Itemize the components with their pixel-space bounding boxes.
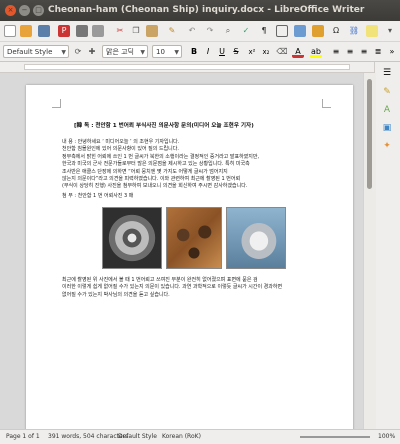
standard-toolbar: P ✂ ❐ ✎ ↶ ↷ ⌕ ✓ ¶ Ω ⛓ ▾ <box>0 21 400 42</box>
font-name-select[interactable]: 맑은 고딕 ▼ <box>102 45 148 58</box>
new-document-icon[interactable] <box>4 25 16 37</box>
find-replace-icon[interactable]: ⌕ <box>222 25 234 37</box>
zoom-level[interactable]: 100% <box>378 430 395 444</box>
page-style-indicator[interactable]: Default Style <box>118 430 157 444</box>
undo-icon[interactable]: ↶ <box>186 25 198 37</box>
zoom-slider[interactable] <box>300 436 370 438</box>
vertical-scrollbar[interactable] <box>363 73 376 429</box>
styles-icon[interactable]: A <box>381 104 393 116</box>
comment-icon[interactable] <box>366 25 378 37</box>
status-bar: Page 1 of 1 391 words, 504 characters De… <box>0 429 400 444</box>
formatting-marks-icon[interactable]: ¶ <box>258 25 270 37</box>
scrollbar-thumb[interactable] <box>367 79 372 189</box>
insert-image-icon[interactable] <box>294 25 306 37</box>
word-count[interactable]: 391 words, 504 characters <box>48 430 128 444</box>
properties-icon[interactable]: ✎ <box>381 86 393 98</box>
new-style-icon[interactable]: ✚ <box>86 46 98 58</box>
horizontal-ruler[interactable] <box>0 62 375 73</box>
italic-icon[interactable]: I <box>202 46 214 58</box>
sidebar-menu-icon[interactable]: ☰ <box>381 67 393 79</box>
export-pdf-icon[interactable]: P <box>58 25 70 37</box>
clear-formatting-icon[interactable]: ⌫ <box>276 46 288 58</box>
print-icon[interactable] <box>76 25 88 37</box>
chevron-down-icon[interactable]: ▼ <box>140 46 145 57</box>
align-right-icon[interactable]: ≡ <box>358 46 370 58</box>
open-folder-icon[interactable] <box>20 25 32 37</box>
justify-icon[interactable]: ≣ <box>372 46 384 58</box>
close-window-button[interactable]: × <box>5 5 16 16</box>
highlight-color-icon[interactable]: ab <box>310 46 322 58</box>
window-title: Cheonan-ham (Cheonan Ship) inquiry.docx … <box>48 5 365 15</box>
chevron-down-icon[interactable]: ▼ <box>174 46 179 57</box>
font-color-icon[interactable]: A <box>292 46 304 58</box>
insert-chart-icon[interactable] <box>312 25 324 37</box>
align-left-icon[interactable]: ≡ <box>330 46 342 58</box>
underline-icon[interactable]: U <box>216 46 228 58</box>
cut-icon[interactable]: ✂ <box>114 25 126 37</box>
body-line: 없어질 수가 있는지 박사님의 의견을 듣고 싶습니다. <box>62 291 170 298</box>
body-line: (무식이 상당히 진행) 사진을 첨부하여 보내오니 의견을 회신하여 주시면 … <box>62 183 248 190</box>
align-center-icon[interactable]: ≡ <box>344 46 356 58</box>
font-size-value: 10 <box>156 48 165 56</box>
redo-icon[interactable]: ↷ <box>204 25 216 37</box>
font-name-value: 맑은 고딕 <box>106 48 134 56</box>
update-style-icon[interactable]: ⟳ <box>72 46 84 58</box>
navigator-icon[interactable]: ✦ <box>381 140 393 152</box>
formatting-toolbar: Default Style ▼ ⟳ ✚ 맑은 고딕 ▼ 10 ▼ B I U S… <box>0 42 400 62</box>
hyperlink-icon[interactable]: ⛓ <box>348 25 360 37</box>
document-page[interactable]: [韓 독 : 천안함 1 번어뢰 부식사진 의문사항 문의(미디어 오늘 조현우… <box>26 85 353 429</box>
subscript-icon[interactable]: x₂ <box>260 46 272 58</box>
paragraph-style-value: Default Style <box>7 48 53 56</box>
spelling-icon[interactable]: ✓ <box>240 25 252 37</box>
sidebar-deck: ☰ ✎ A ▣ ✦ <box>374 62 400 429</box>
copy-icon[interactable]: ❐ <box>130 25 142 37</box>
save-icon[interactable] <box>38 25 50 37</box>
print-preview-icon[interactable] <box>92 25 104 37</box>
paragraph-style-select[interactable]: Default Style ▼ <box>3 45 69 58</box>
gallery-icon[interactable]: ▣ <box>381 122 393 134</box>
body-paragraph[interactable]: 내 용 : 안녕하세요 ‘ 미디어오늘 ’ 의 조현우 기자입니다. 천안함 침… <box>62 139 352 191</box>
maximize-window-button[interactable]: □ <box>33 5 44 16</box>
special-character-icon[interactable]: Ω <box>330 25 342 37</box>
paste-icon[interactable] <box>146 25 158 37</box>
draw-functions-icon[interactable]: ▾ <box>384 25 396 37</box>
torpedo-rusted-gear-photo[interactable] <box>166 207 222 269</box>
torpedo-motor-photo[interactable] <box>226 207 286 269</box>
body-line: 한국과 미국의 군사 전문가들로부터 많은 의문점을 제시하고 있는 상황입니다… <box>62 161 250 168</box>
attachment-line[interactable]: 첨 부 : 천안함 1 번 어뢰사진 3 매 <box>62 193 352 200</box>
clone-formatting-icon[interactable]: ✎ <box>166 25 178 37</box>
insert-table-icon[interactable] <box>276 25 288 37</box>
superscript-icon[interactable]: x² <box>246 46 258 58</box>
torpedo-propeller-photo[interactable] <box>102 207 162 269</box>
document-canvas[interactable]: [韓 독 : 천안함 1 번어뢰 부식사진 의문사항 문의(미디어 오늘 조현우… <box>0 73 363 429</box>
page-indicator[interactable]: Page 1 of 1 <box>6 430 40 444</box>
chevron-down-icon[interactable]: ▼ <box>61 46 66 57</box>
document-heading[interactable]: [韓 독 : 천안함 1 번어뢰 부식사진 의문사항 문의(미디어 오늘 조현우… <box>74 121 344 129</box>
minimize-window-button[interactable]: − <box>19 5 30 16</box>
closing-paragraph[interactable]: 최근에 촬영된 위 사진에서 볼 때 1 번어뢰고 쓰여진 부분이 완전히 없어… <box>62 277 352 299</box>
body-line: 조사반은 애클스 단장에 의하면 “어뢰 뭉치엔 몇 가지도 어떻게 글씨가 엄… <box>62 168 228 175</box>
body-line: 이러한 이렇게 쉽게 없어질 수가 있는지 의문이 있습니다. 과연 과학적으로… <box>62 284 283 291</box>
font-size-select[interactable]: 10 ▼ <box>152 45 182 58</box>
language-indicator[interactable]: Korean (RoK) <box>162 430 201 444</box>
toolbar-overflow-icon[interactable]: » <box>386 46 398 58</box>
title-bar: × − □ Cheonan-ham (Cheonan Ship) inquiry… <box>0 0 400 21</box>
bold-icon[interactable]: B <box>188 46 200 58</box>
body-line: 천안함 침몰원인에 있어 의문사항이 있어 질의 드립니다. <box>62 146 179 153</box>
strikethrough-icon[interactable]: S <box>230 46 242 58</box>
